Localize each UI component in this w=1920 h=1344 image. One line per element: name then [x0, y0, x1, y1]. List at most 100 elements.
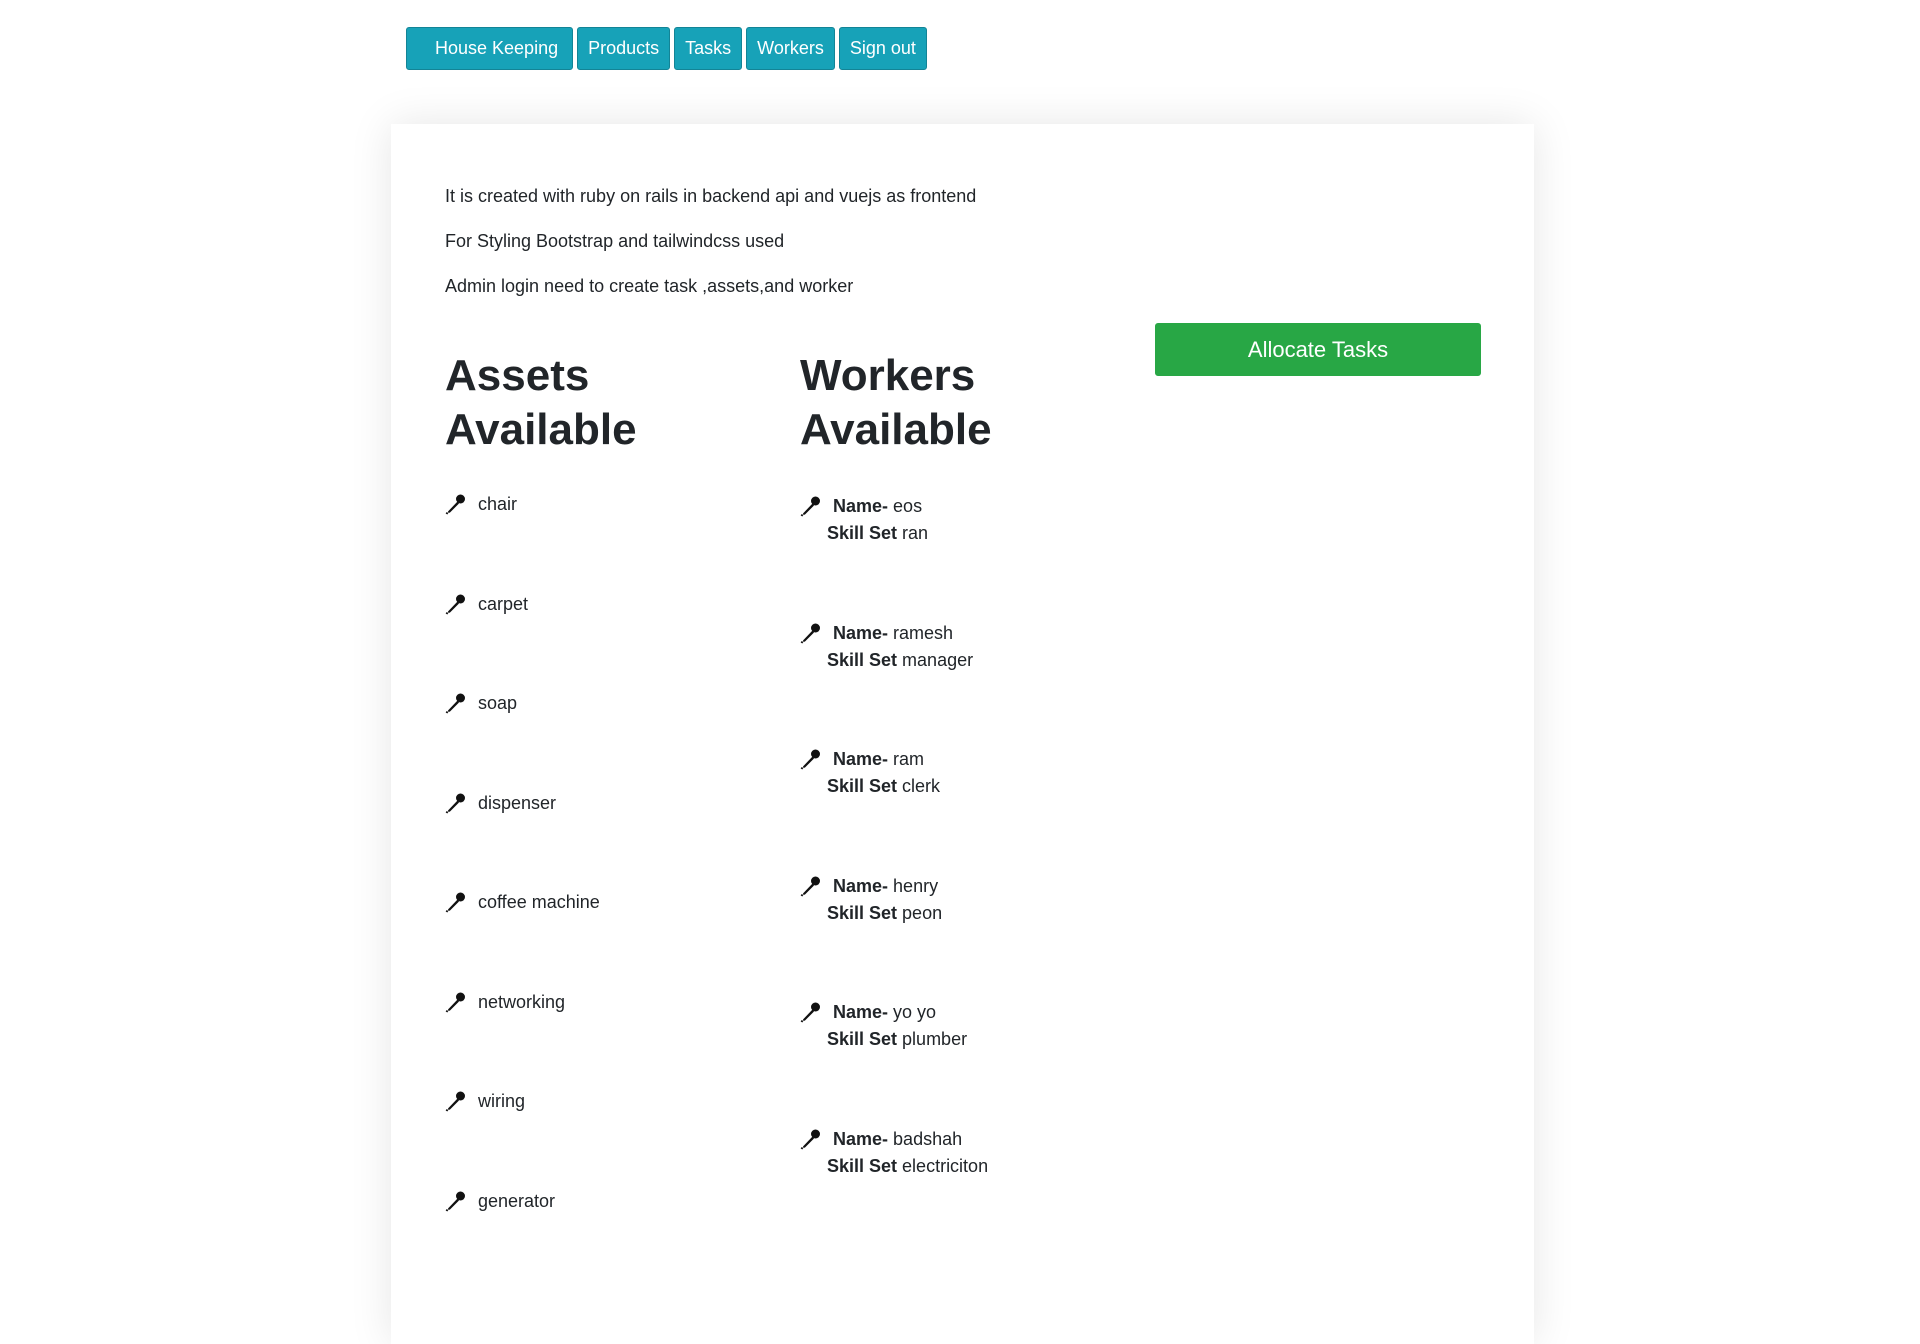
- workers-list: Name- eos Skill Set ran Name- ramesh Skill …: [800, 493, 1160, 1252]
- worker-name-row: Name- ramesh: [800, 620, 1160, 647]
- pin-icon: [445, 792, 467, 814]
- intro-line-1: It is created with ruby on rails in back…: [445, 186, 977, 206]
- pin-icon: [800, 622, 822, 644]
- pin-icon: [800, 748, 822, 770]
- worker-name-row: Name- badshah: [800, 1126, 1160, 1153]
- list-item: coffee machine: [445, 891, 775, 991]
- pin-icon: [800, 495, 822, 517]
- asset-name: soap: [478, 693, 518, 713]
- list-item: networking: [445, 991, 775, 1091]
- skill-label: Skill Set: [827, 1029, 898, 1049]
- worker-skill-row: Skill Set ran: [800, 520, 1160, 547]
- assets-heading: Assets Available: [445, 349, 775, 457]
- worker-name: eos: [893, 496, 923, 516]
- worker-skill: clerk: [902, 776, 941, 796]
- assets-column: Assets Available chair carpet soap dispense…: [445, 349, 775, 1212]
- list-item: chair: [445, 493, 775, 593]
- asset-name: generator: [478, 1190, 556, 1211]
- worker-name-text: Name- ramesh: [833, 620, 953, 647]
- list-item: Name- ramesh Skill Set manager: [800, 620, 1160, 747]
- worker-skill-row: Skill Set peon: [800, 900, 1160, 927]
- list-item: soap: [445, 692, 775, 792]
- pin-icon: [445, 891, 467, 913]
- workers-heading: Workers Available: [800, 349, 1160, 457]
- pin-icon: [800, 875, 822, 897]
- intro-text: It is created with ruby on rails in back…: [445, 186, 976, 321]
- asset-name: wiring: [478, 1091, 526, 1111]
- worker-skill: manager: [902, 649, 974, 670]
- name-label: Name-: [833, 496, 889, 516]
- workers-heading-line1: Workers: [800, 351, 976, 400]
- worker-name-row: Name- eos: [800, 493, 1160, 520]
- name-label: Name-: [833, 875, 889, 896]
- nav-workers-button[interactable]: Workers: [746, 27, 835, 70]
- pin-icon: [445, 1190, 467, 1212]
- name-label: Name-: [833, 749, 889, 769]
- intro-line-2: For Styling Bootstrap and tailwindcss us…: [445, 231, 785, 251]
- skill-label: Skill Set: [827, 902, 898, 923]
- worker-name-text: Name- eos: [833, 493, 922, 520]
- worker-name-row: Name- yo yo: [800, 999, 1160, 1026]
- worker-skill-row: Skill Set clerk: [800, 773, 1160, 800]
- worker-name-row: Name- ram: [800, 746, 1160, 773]
- worker-skill-row: Skill Set manager: [800, 647, 1160, 674]
- worker-skill-row: Skill Set plumber: [800, 1026, 1160, 1053]
- assets-heading-line2: Available: [445, 405, 637, 454]
- pin-icon: [445, 493, 467, 515]
- nav-products-button[interactable]: Products: [577, 27, 671, 70]
- nav-tasks-button[interactable]: Tasks: [674, 27, 743, 70]
- asset-name: chair: [478, 494, 518, 514]
- worker-name: yo yo: [893, 1002, 937, 1022]
- asset-name: coffee machine: [478, 892, 600, 912]
- list-item: carpet: [445, 593, 775, 693]
- pin-icon: [800, 1128, 822, 1150]
- list-item: dispenser: [445, 792, 775, 892]
- worker-skill-row: Skill Set electriciton: [800, 1153, 1160, 1180]
- workers-column: Workers Available Name- eos Skill Set ran…: [800, 349, 1160, 1176]
- worker-name: henry: [893, 875, 939, 896]
- asset-name: dispenser: [478, 792, 557, 813]
- workers-heading-line2: Available: [800, 405, 992, 454]
- nav-house-keeping-button[interactable]: House Keeping: [406, 27, 574, 70]
- worker-name: ram: [893, 749, 925, 769]
- list-item: Name- eos Skill Set ran: [800, 493, 1160, 620]
- worker-name: badshah: [893, 1128, 963, 1149]
- list-item: generator: [445, 1190, 775, 1290]
- worker-name-text: Name- yo yo: [833, 999, 936, 1026]
- list-item: wiring: [445, 1090, 775, 1190]
- skill-label: Skill Set: [827, 776, 898, 796]
- worker-name-text: Name- henry: [833, 873, 938, 900]
- worker-name: ramesh: [893, 622, 954, 643]
- allocate-tasks-button[interactable]: Allocate Tasks: [1155, 323, 1481, 376]
- nav-sign-out-button[interactable]: Sign out: [838, 27, 927, 70]
- name-label: Name-: [833, 1128, 889, 1149]
- skill-label: Skill Set: [827, 1155, 898, 1176]
- main-card: It is created with ruby on rails in back…: [391, 124, 1534, 1344]
- skill-label: Skill Set: [827, 523, 898, 543]
- name-label: Name-: [833, 622, 889, 643]
- intro-line-3: Admin login need to create task ,assets,…: [445, 276, 854, 296]
- pin-icon: [445, 1090, 467, 1112]
- list-item: Name- ram Skill Set clerk: [800, 746, 1160, 873]
- name-label: Name-: [833, 1002, 889, 1022]
- pin-icon: [445, 593, 467, 615]
- list-item: Name- badshah Skill Set electriciton: [800, 1126, 1160, 1253]
- list-item: Name- henry Skill Set peon: [800, 873, 1160, 1000]
- worker-name-row: Name- henry: [800, 873, 1160, 900]
- worker-name-text: Name- ram: [833, 746, 924, 773]
- assets-list: chair carpet soap dispenser coffee machine ne…: [445, 493, 775, 1289]
- top-nav: House Keeping Products Tasks Workers Sig…: [406, 27, 927, 70]
- assets-heading-line1: Assets: [445, 351, 590, 400]
- worker-skill: ran: [902, 523, 929, 543]
- worker-skill: peon: [902, 902, 943, 923]
- pin-icon: [445, 692, 467, 714]
- worker-skill: plumber: [902, 1029, 968, 1049]
- list-item: Name- yo yo Skill Set plumber: [800, 999, 1160, 1126]
- worker-skill: electriciton: [902, 1155, 989, 1176]
- pin-icon: [800, 1001, 822, 1023]
- asset-name: networking: [478, 991, 566, 1012]
- skill-label: Skill Set: [827, 649, 898, 670]
- worker-name-text: Name- badshah: [833, 1126, 962, 1153]
- asset-name: carpet: [478, 593, 529, 614]
- pin-icon: [445, 991, 467, 1013]
